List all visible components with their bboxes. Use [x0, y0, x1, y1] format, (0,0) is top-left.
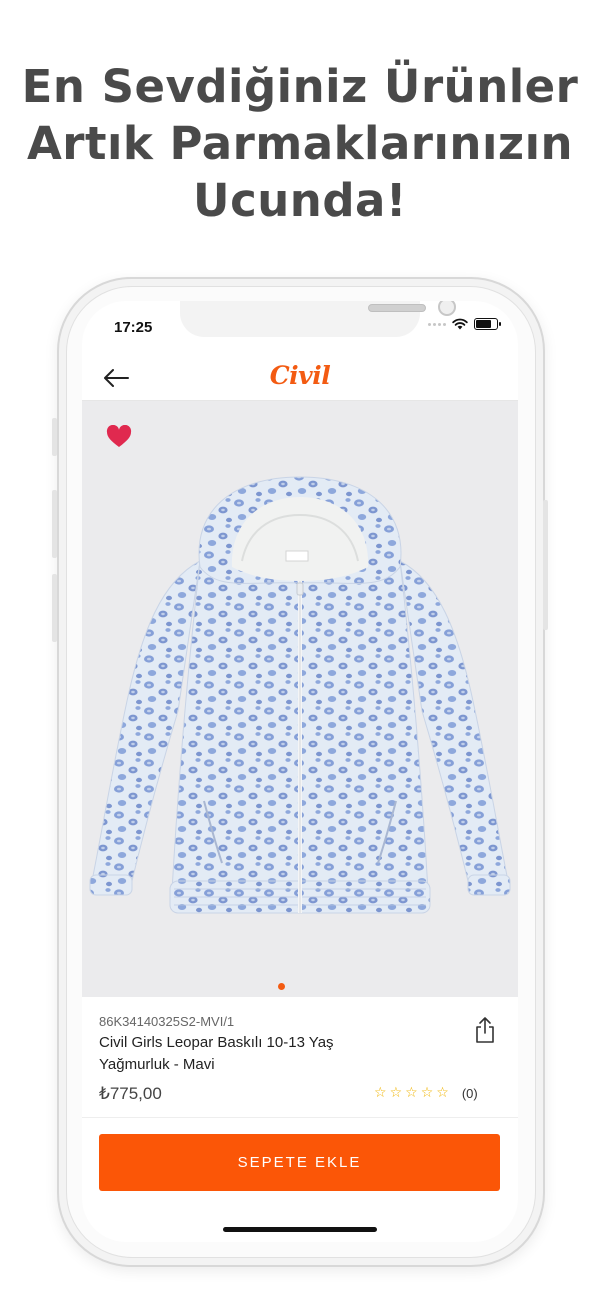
product-image	[89, 476, 511, 914]
product-price: ₺775,00	[99, 1084, 162, 1103]
status-time: 17:25	[114, 319, 153, 336]
divider	[82, 1117, 518, 1118]
promo-headline: En Sevdiğiniz Ürünler Artık Parmaklarını…	[0, 58, 600, 229]
product-gallery[interactable]	[82, 401, 518, 997]
phone-mute-switch	[52, 418, 57, 456]
headline-line-3: Ucunda!	[193, 174, 407, 227]
home-indicator	[223, 1227, 377, 1232]
headline-line-2: Artık Parmaklarınızın	[26, 117, 574, 170]
product-title: Civil Girls Leopar Baskılı 10-13 Yaş Yağ…	[99, 1034, 334, 1073]
earpiece-speaker	[368, 304, 426, 312]
product-rating[interactable]: ☆ ☆ ☆ ☆ ☆ (0)	[374, 1085, 478, 1101]
share-icon[interactable]	[474, 1016, 496, 1044]
gallery-page-indicator[interactable]	[278, 983, 285, 990]
phone-volume-up	[52, 490, 57, 558]
phone-notch	[180, 301, 456, 337]
star-outline-icon: ☆	[405, 1085, 418, 1101]
wifi-icon	[452, 318, 468, 330]
front-camera	[438, 301, 456, 316]
phone-screen: 17:25 Civil 86K34140325S2-MVI/1 Civil Gi…	[82, 301, 518, 1242]
heart-icon[interactable]	[106, 425, 132, 449]
signal-icon	[428, 322, 446, 326]
app-header: Civil	[82, 357, 518, 401]
phone-power-button	[543, 500, 548, 630]
headline-line-1: En Sevdiğiniz Ürünler	[21, 60, 579, 113]
review-count: (0)	[461, 1085, 478, 1101]
star-outline-icon: ☆	[420, 1085, 434, 1101]
battery-icon	[474, 318, 501, 330]
status-icons	[428, 318, 501, 330]
phone-volume-down	[52, 574, 57, 642]
product-sku: 86K34140325S2-MVI/1	[99, 1014, 235, 1029]
add-to-cart-button[interactable]: SEPETE EKLE	[99, 1134, 500, 1191]
brand-logo[interactable]: Civil	[82, 361, 518, 390]
star-outline-icon: ☆	[374, 1085, 387, 1101]
star-outline-icon: ☆	[389, 1085, 403, 1101]
star-outline-icon: ☆	[436, 1085, 449, 1101]
